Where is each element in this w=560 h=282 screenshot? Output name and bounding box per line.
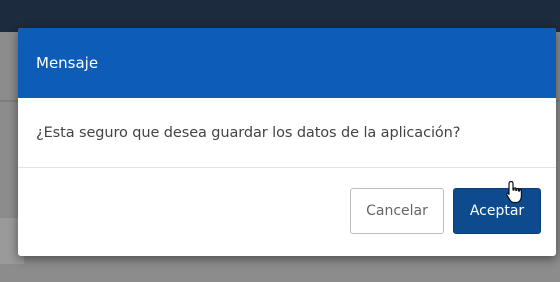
dialog-footer: Cancelar Aceptar — [18, 168, 556, 256]
dialog-body: ¿Esta seguro que desea guardar los datos… — [18, 98, 556, 168]
dialog-message: ¿Esta seguro que desea guardar los datos… — [36, 124, 461, 141]
screen: Mensaje ¿Esta seguro que desea guardar l… — [0, 0, 560, 282]
dialog-title: Mensaje — [36, 54, 99, 72]
confirm-dialog: Mensaje ¿Esta seguro que desea guardar l… — [18, 28, 556, 256]
accept-button[interactable]: Aceptar — [453, 188, 541, 234]
cancel-button[interactable]: Cancelar — [350, 188, 444, 234]
dialog-header: Mensaje — [18, 28, 556, 98]
